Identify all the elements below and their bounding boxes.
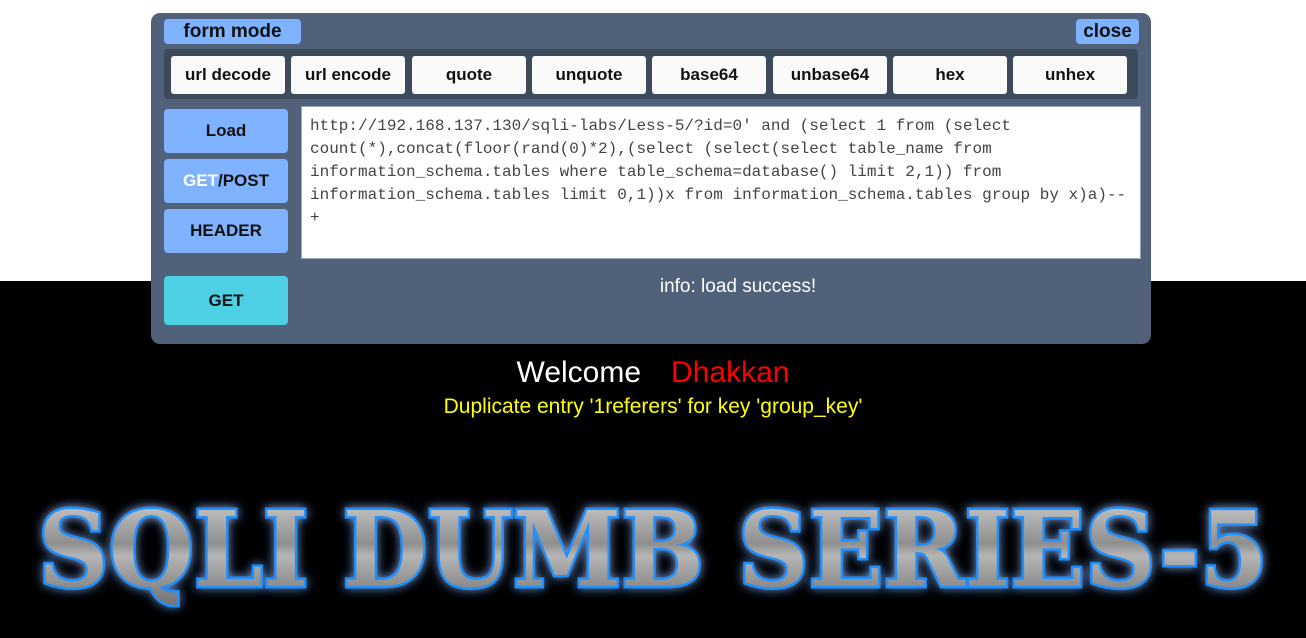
- hackbar-panel: form mode close url decode url encode qu…: [151, 13, 1151, 344]
- base64-button[interactable]: base64: [652, 56, 766, 94]
- welcome-username: Dhakkan: [671, 356, 790, 389]
- sql-error-message: Duplicate entry '1referers' for key 'gro…: [443, 395, 863, 418]
- header-button[interactable]: HEADER: [164, 209, 288, 253]
- quote-button[interactable]: quote: [412, 56, 526, 94]
- load-button[interactable]: Load: [164, 109, 288, 153]
- sqli-series-logo: SQLI DUMB SERIES-5: [20, 486, 1286, 616]
- unhex-button[interactable]: unhex: [1013, 56, 1127, 94]
- welcome-text: Welcome: [516, 356, 642, 389]
- hex-button[interactable]: hex: [893, 56, 1007, 94]
- url-input[interactable]: http://192.168.137.130/sqli-labs/Less-5/…: [301, 106, 1141, 259]
- unquote-button[interactable]: unquote: [532, 56, 646, 94]
- url-encode-button[interactable]: url encode: [291, 56, 405, 94]
- logo-graphic: SQLI DUMB SERIES-5: [36, 486, 1271, 614]
- status-info: info: load success!: [659, 276, 817, 297]
- get-post-toggle[interactable]: GET/POST: [164, 159, 288, 203]
- execute-get-button[interactable]: GET: [164, 276, 288, 325]
- welcome-line: Welcome Dhakkan: [0, 356, 1306, 390]
- unbase64-button[interactable]: unbase64: [773, 56, 887, 94]
- get-post-post-label: /POST: [217, 171, 269, 190]
- encoding-toolbar: url decode url encode quote unquote base…: [164, 49, 1138, 99]
- close-button[interactable]: close: [1076, 19, 1139, 44]
- url-decode-button[interactable]: url decode: [171, 56, 285, 94]
- logo-text: SQLI DUMB SERIES-5: [38, 488, 1268, 611]
- get-post-get-label: GET: [183, 171, 218, 190]
- form-mode-button[interactable]: form mode: [164, 19, 301, 44]
